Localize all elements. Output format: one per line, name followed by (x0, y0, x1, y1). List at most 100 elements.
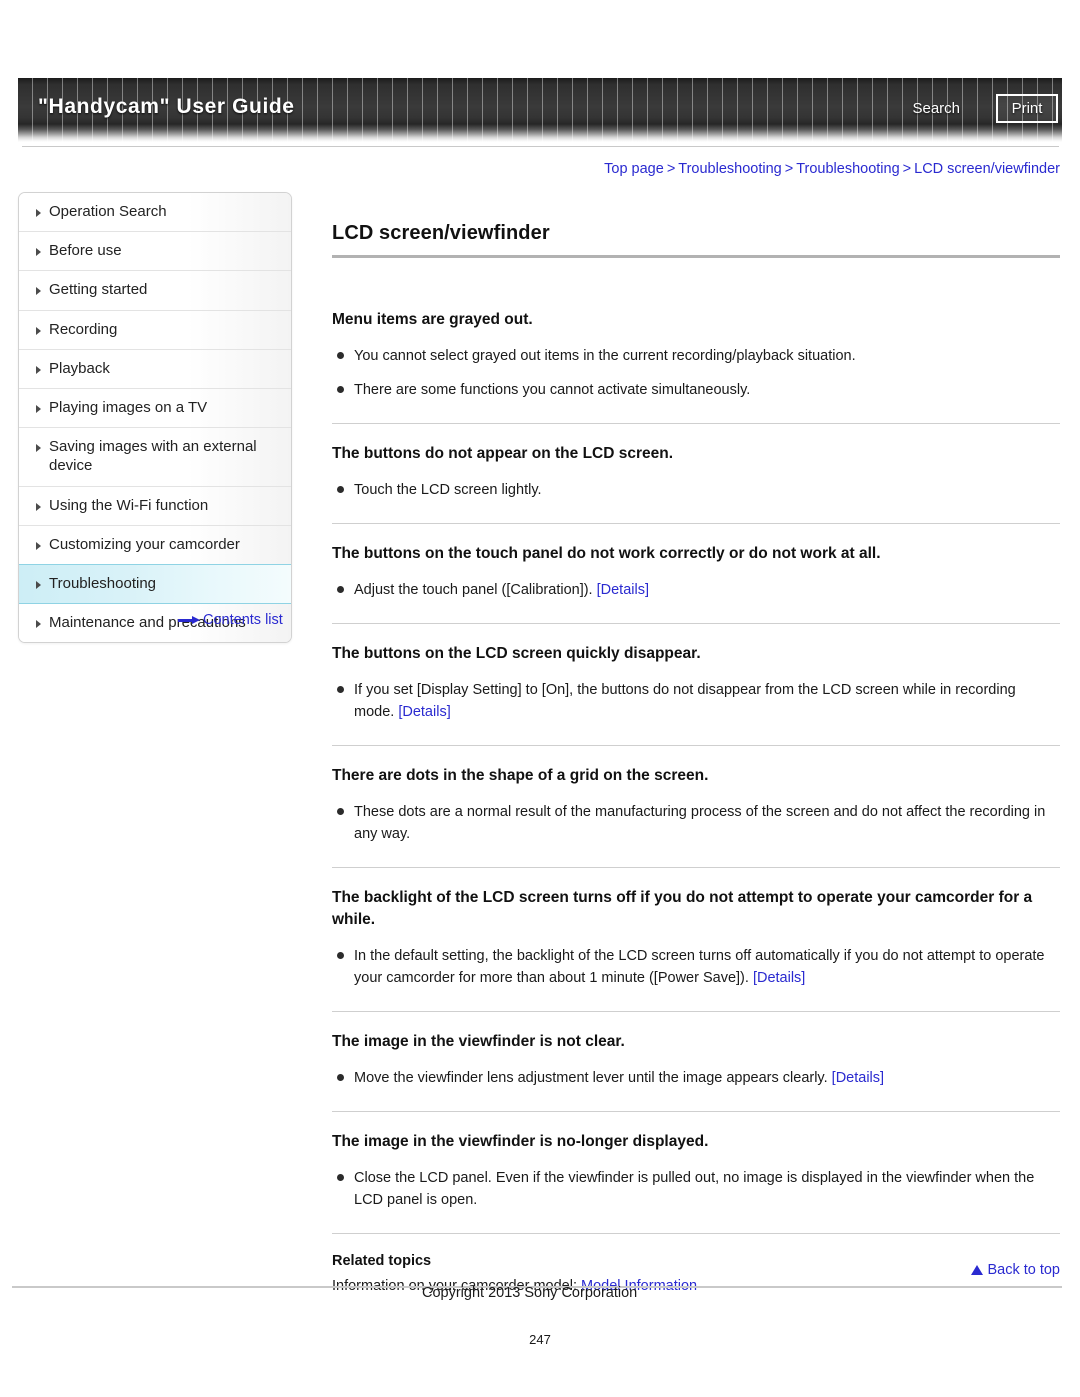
triangle-right-icon (36, 404, 41, 413)
bullet-item: If you set [Display Setting] to [On], th… (332, 679, 1060, 723)
details-link[interactable]: [Details] (753, 970, 805, 986)
triangle-right-icon (36, 287, 41, 296)
sidebar-nav: Operation Search Before use Getting starte… (18, 192, 292, 644)
bullet-text: There are some functions you cannot acti… (354, 382, 751, 399)
sidebar-item-label: Customizing your camcorder (49, 535, 240, 553)
title-divider (332, 255, 1060, 258)
page-number: 247 (529, 1332, 551, 1347)
search-button[interactable]: Search (912, 100, 960, 117)
troubleshooting-section: The image in the viewfinder is no-longer… (332, 1112, 1060, 1211)
contents-list-link[interactable]: Contents list (178, 612, 283, 628)
troubleshooting-section: The image in the viewfinder is not clear… (332, 1012, 1060, 1089)
breadcrumb: Top page > Troubleshooting > Troubleshooting… (604, 161, 1060, 177)
arrow-right-icon (178, 615, 200, 625)
sidebar-item-label: Operation Search (49, 203, 167, 220)
troubleshooting-sections: Menu items are grayed out. You cannot sel… (332, 290, 1060, 1294)
details-link[interactable]: [Details] (832, 1070, 884, 1086)
sidebar-item-customizing-your-camcorder[interactable]: Customizing your camcorder (19, 525, 291, 565)
back-to-top-label: Back to top (987, 1262, 1060, 1278)
triangle-right-icon (36, 248, 41, 257)
related-topics-heading: Related topics (332, 1253, 432, 1270)
print-button[interactable]: Print (996, 94, 1058, 123)
section-heading: The buttons on the touch panel do not wo… (332, 545, 881, 563)
bullet-item: Adjust the touch panel ([Calibration]). … (332, 579, 1060, 601)
bullet-item: You cannot select grayed out items in th… (332, 345, 1060, 367)
section-heading: There are dots in the shape of a grid on… (332, 767, 709, 785)
bullet-list: These dots are a normal result of the ma… (332, 801, 1060, 845)
sidebar-item-label: Recording (49, 320, 118, 338)
details-link[interactable]: [Details] (398, 704, 450, 720)
sidebar-item-label: Playback (49, 359, 110, 377)
bullet-list: Move the viewfinder lens adjustment leve… (332, 1067, 1060, 1089)
triangle-right-icon (36, 541, 41, 550)
breadcrumb-item[interactable]: Troubleshooting (796, 161, 899, 177)
bullet-item: Touch the LCD screen lightly. (332, 479, 1060, 501)
section-heading: The backlight of the LCD screen turns of… (332, 889, 1033, 929)
sidebar-item-label: Before use (49, 242, 122, 260)
copyright-text: Copyright 2013 Sony Corporation (422, 1285, 638, 1301)
sidebar-item-getting-started[interactable]: Getting started (19, 271, 291, 311)
contents-list-label: Contents list (203, 612, 283, 628)
breadcrumb-item[interactable]: Troubleshooting (678, 161, 781, 177)
triangle-up-icon (971, 1265, 984, 1275)
sidebar-item-using-the-wi-fi-function[interactable]: Using the Wi-Fi function (19, 486, 291, 526)
sidebar-item-troubleshooting[interactable]: Troubleshooting (19, 563, 291, 605)
bullet-text: Close the LCD panel. Even if the viewfin… (354, 1170, 1035, 1209)
header-divider (22, 146, 1059, 147)
sidebar-item-playback[interactable]: Playback (19, 349, 291, 389)
triangle-right-icon (36, 326, 41, 335)
bullet-text: Adjust the touch panel ([Calibration]). (354, 582, 597, 599)
sidebar-item-recording[interactable]: Recording (19, 310, 291, 350)
breadcrumb-separator: > (666, 161, 676, 177)
app-title: "Handycam" User Guide (38, 95, 295, 118)
section-heading: The image in the viewfinder is not clear… (332, 1033, 625, 1051)
sidebar-item-label: Playing images on a TV (49, 398, 208, 416)
bullet-list: Adjust the touch panel ([Calibration]). … (332, 579, 1060, 601)
bullet-item: There are some functions you cannot acti… (332, 379, 1060, 401)
bullet-list: If you set [Display Setting] to [On], th… (332, 679, 1060, 723)
troubleshooting-section: The backlight of the LCD screen turns of… (332, 868, 1060, 989)
sidebar-item-label: Troubleshooting (49, 574, 157, 592)
back-to-top-link[interactable]: Back to top (971, 1262, 1060, 1278)
bullet-list: You cannot select grayed out items in th… (332, 345, 1060, 401)
details-link[interactable]: [Details] (597, 582, 649, 598)
bullet-item: Move the viewfinder lens adjustment leve… (332, 1067, 1060, 1089)
troubleshooting-section: The buttons do not appear on the LCD scr… (332, 424, 1060, 501)
bullet-text: These dots are a normal result of the ma… (354, 804, 1046, 843)
sidebar-item-playing-images-on-a-tv[interactable]: Playing images on a TV (19, 388, 291, 429)
bullet-list: In the default setting, the backlight of… (332, 945, 1060, 989)
breadcrumb-item[interactable]: Top page (604, 161, 664, 177)
triangle-right-icon (36, 620, 41, 629)
sidebar-item-operation-search[interactable]: Operation Search (19, 193, 291, 233)
troubleshooting-section: The buttons on the touch panel do not wo… (332, 524, 1060, 601)
section-heading: The buttons on the LCD screen quickly di… (332, 645, 701, 663)
breadcrumb-separator: > (902, 161, 912, 177)
section-heading: The image in the viewfinder is no-longer… (332, 1133, 709, 1151)
troubleshooting-section: Menu items are grayed out. You cannot sel… (332, 290, 1060, 401)
triangle-right-icon (36, 580, 41, 589)
sidebar-item-label: Getting started (49, 281, 148, 299)
breadcrumb-item[interactable]: LCD screen/viewfinder (914, 161, 1060, 177)
triangle-right-icon (36, 444, 41, 453)
bullet-list: Close the LCD panel. Even if the viewfin… (332, 1167, 1060, 1211)
bullet-text: You cannot select grayed out items in th… (354, 348, 856, 364)
bullet-text: If you set [Display Setting] to [On], th… (354, 682, 1016, 721)
sidebar-item-label: Using the Wi-Fi function (49, 496, 209, 514)
bullet-item: In the default setting, the backlight of… (332, 945, 1060, 989)
bullet-item: These dots are a normal result of the ma… (332, 801, 1060, 845)
sidebar-item-saving-images-with-an-external-device[interactable]: Saving images with an external device (19, 428, 291, 487)
sidebar-item-before-use[interactable]: Before use (19, 232, 291, 272)
bullet-text: Move the viewfinder lens adjustment leve… (354, 1070, 832, 1087)
page-title: LCD screen/viewfinder (332, 222, 550, 244)
main-content: LCD screen/viewfinder Menu items are gra… (332, 222, 1060, 1294)
troubleshooting-section: The buttons on the LCD screen quickly di… (332, 624, 1060, 723)
bullet-list: Touch the LCD screen lightly. (332, 479, 1060, 501)
breadcrumb-separator: > (784, 161, 794, 177)
